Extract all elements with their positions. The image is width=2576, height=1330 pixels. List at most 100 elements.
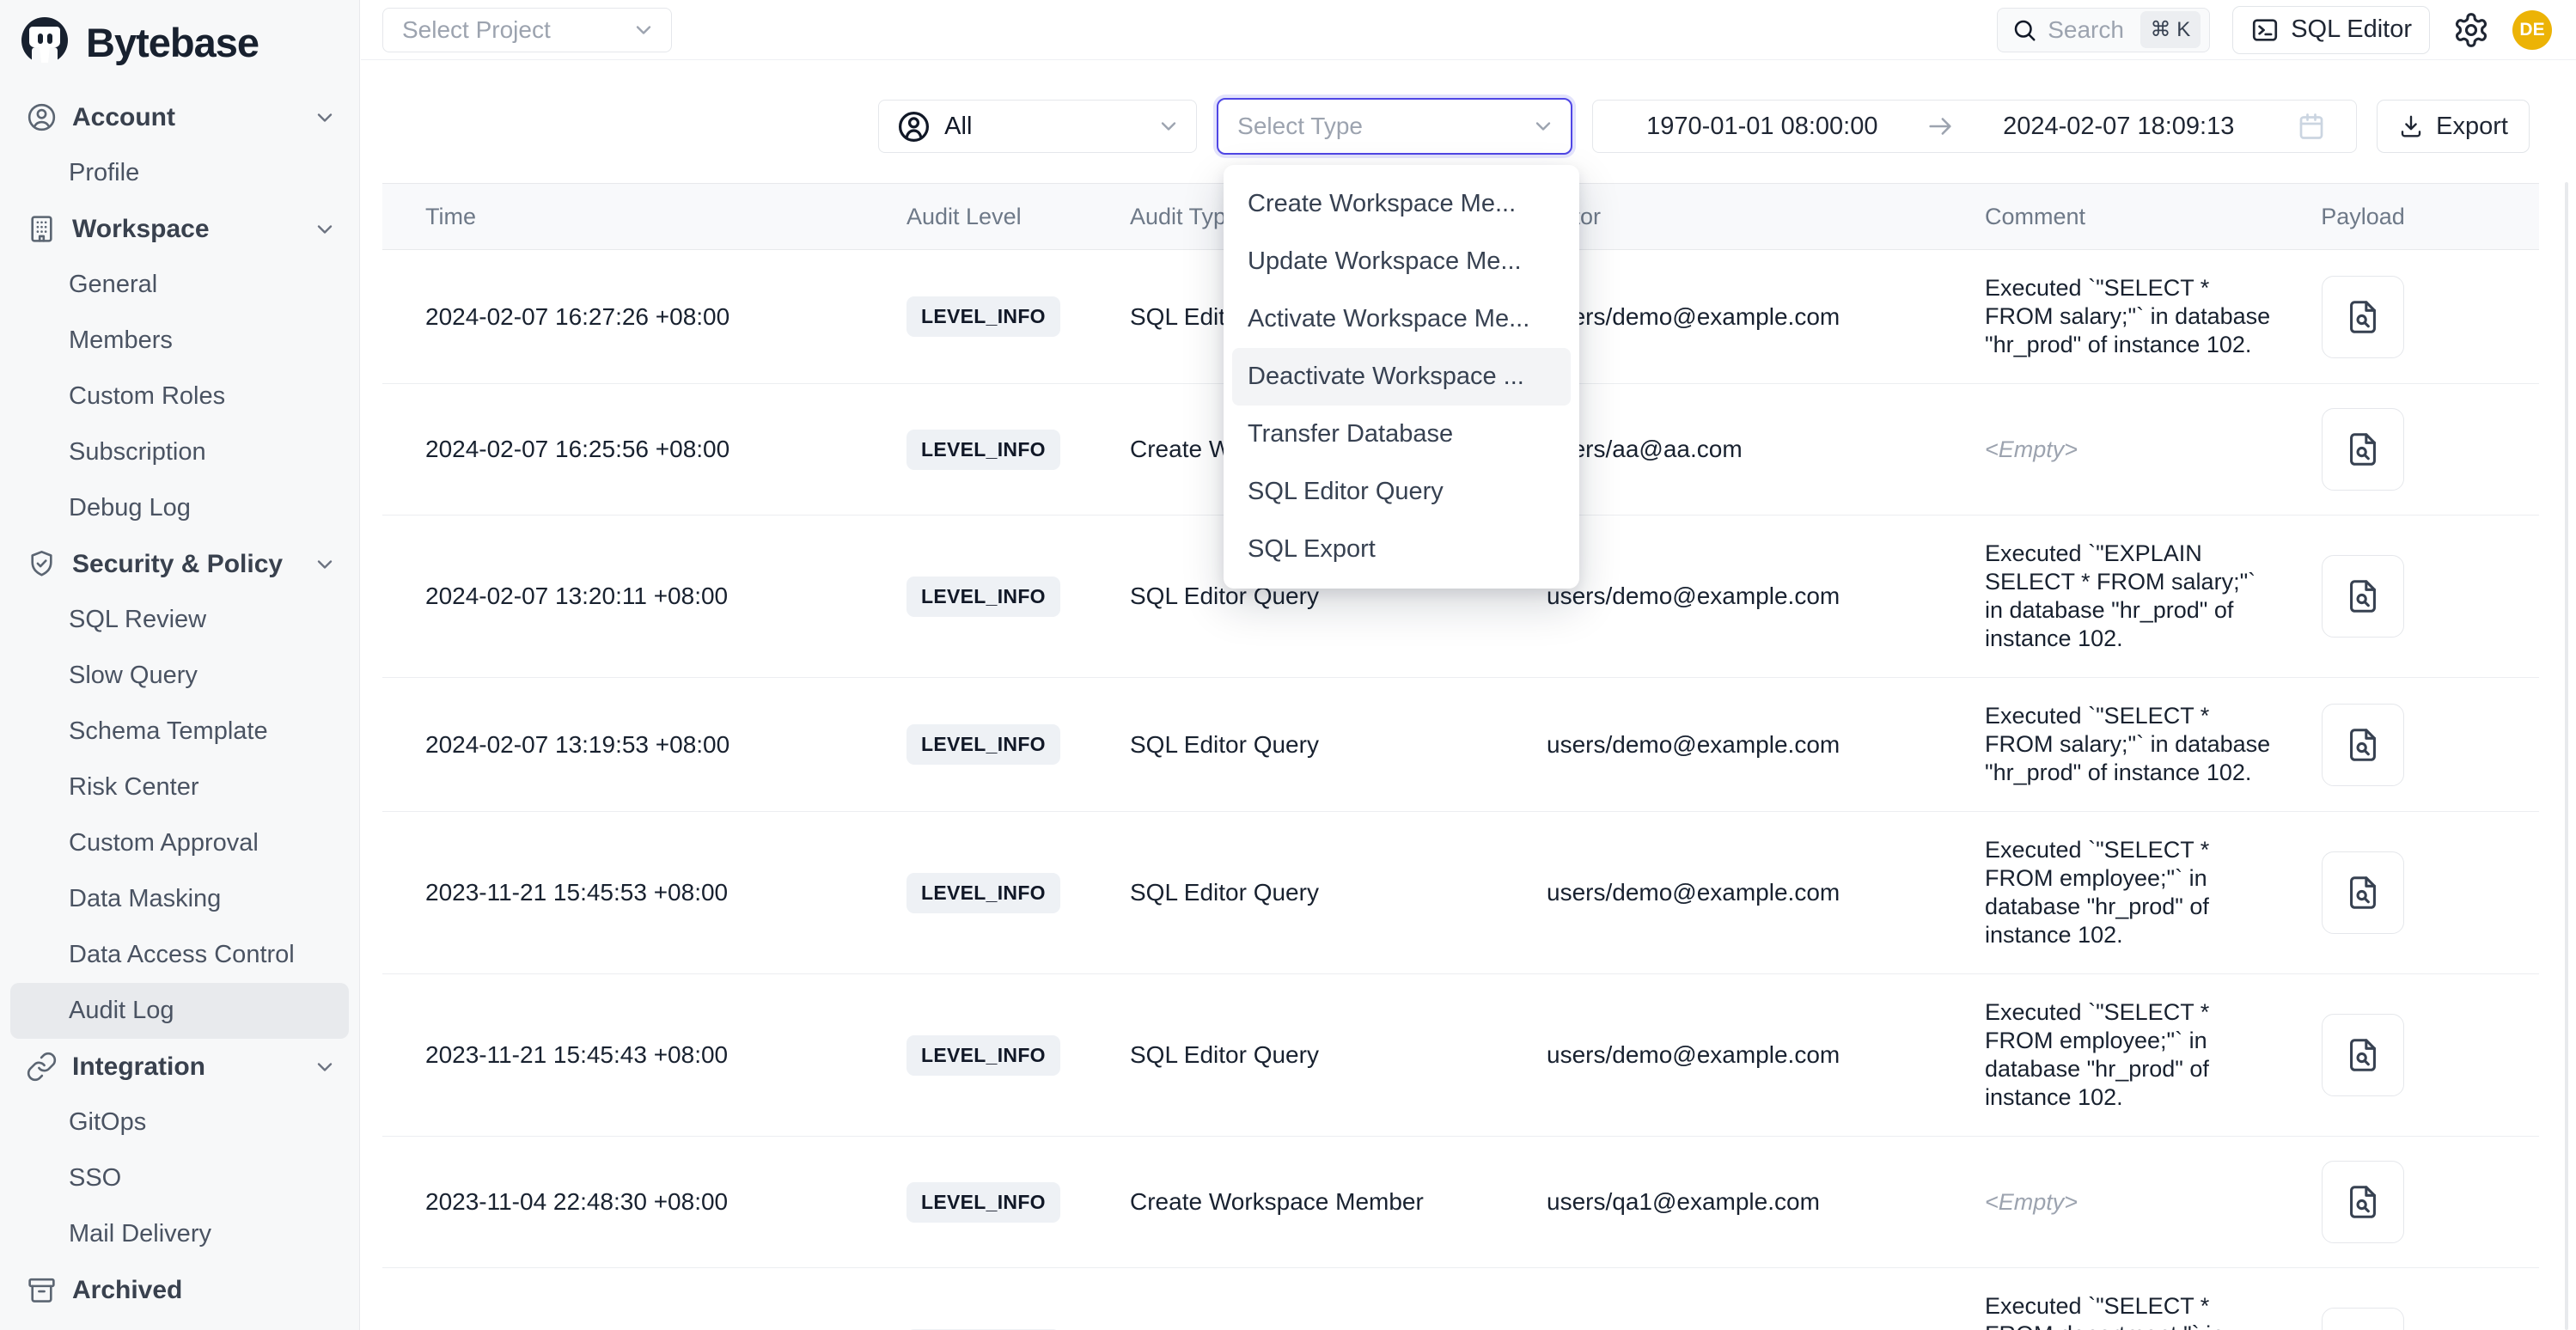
level-badge: LEVEL_INFO [906, 724, 1060, 765]
sidebar-section-workspace[interactable]: Workspace [10, 201, 349, 257]
cell-audit-level: LEVEL_INFO [906, 724, 1130, 765]
cell-audit-level: LEVEL_INFO [906, 577, 1130, 617]
sidebar: Bytebase Account Profile Workspace Gener… [0, 0, 360, 1330]
sidebar-item-gitops[interactable]: GitOps [10, 1095, 349, 1150]
sidebar-item-sql-review[interactable]: SQL Review [10, 592, 349, 648]
chevron-down-icon [632, 18, 656, 42]
sidebar-item-risk-center[interactable]: Risk Center [10, 760, 349, 815]
table-row: 2023-11-21 15:45:53 +08:00 LEVEL_INFO SQ… [382, 812, 2539, 974]
table-row: 2023-11-04 21:26:34 +08:00 LEVEL_INFO SQ… [382, 1268, 2539, 1330]
type-menu-item[interactable]: Create Workspace Me... [1232, 175, 1571, 233]
sidebar-item-slow-query[interactable]: Slow Query [10, 648, 349, 704]
filter-bar: All Select Type 1970-01-01 08:00:00 2024… [361, 98, 2530, 155]
scrollbar[interactable] [2565, 182, 2568, 1330]
payload-view-button[interactable] [2322, 408, 2404, 491]
topbar: Select Project Search ⌘ K SQL Editor DE [361, 0, 2576, 60]
cell-audit-level: LEVEL_INFO [906, 296, 1130, 337]
type-menu-item[interactable]: SQL Editor Query [1232, 463, 1571, 521]
type-menu-item[interactable]: Transfer Database [1232, 406, 1571, 463]
file-search-icon [2343, 873, 2383, 912]
cell-actor: users/aa@aa.com [1547, 436, 1985, 463]
sidebar-item-profile[interactable]: Profile [10, 145, 349, 201]
level-badge: LEVEL_INFO [906, 873, 1060, 913]
payload-view-button[interactable] [2322, 1308, 2404, 1330]
cell-comment: Executed `"SELECT * FROM employee;"` in … [1985, 998, 2294, 1112]
payload-view-button[interactable] [2322, 851, 2404, 934]
cell-audit-level: LEVEL_INFO [906, 430, 1130, 470]
avatar[interactable]: DE [2512, 10, 2552, 50]
export-button[interactable]: Export [2377, 100, 2530, 153]
sidebar-section-archived[interactable]: Archived [10, 1262, 349, 1318]
sidebar-item-debug-log[interactable]: Debug Log [10, 480, 349, 536]
table-row: 2023-11-04 22:48:30 +08:00 LEVEL_INFO Cr… [382, 1137, 2539, 1268]
cell-comment: <Empty> [1985, 1188, 2294, 1217]
date-range-picker[interactable]: 1970-01-01 08:00:00 2024-02-07 18:09:13 [1592, 100, 2357, 153]
sidebar-section-account[interactable]: Account [10, 89, 349, 145]
cell-audit-type: SQL Editor Query [1130, 1041, 1547, 1069]
cell-comment: <Empty> [1985, 436, 2294, 464]
sidebar-item-custom-roles[interactable]: Custom Roles [10, 369, 349, 424]
cell-time: 2024-02-07 16:25:56 +08:00 [382, 436, 906, 463]
search-icon [2011, 17, 2037, 43]
column-header-comment: Comment [1985, 204, 2294, 230]
cell-actor: users/demo@example.com [1547, 1041, 1985, 1069]
sql-editor-button[interactable]: SQL Editor [2232, 6, 2430, 54]
cell-actor: users/qa1@example.com [1547, 1188, 1985, 1216]
sidebar-item-sso[interactable]: SSO [10, 1150, 349, 1206]
bytebase-logo-icon [17, 15, 72, 70]
payload-view-button[interactable] [2322, 1161, 2404, 1243]
sidebar-item-custom-approval[interactable]: Custom Approval [10, 815, 349, 871]
project-select-placeholder: Select Project [402, 16, 551, 44]
cell-audit-level: LEVEL_INFO [906, 1035, 1130, 1076]
date-to-value: 2024-02-07 18:09:13 [2003, 113, 2234, 141]
cell-comment: Executed `"SELECT * FROM employee;"` in … [1985, 836, 2294, 949]
payload-view-button[interactable] [2322, 276, 2404, 358]
type-filter-dropdown: Create Workspace Me... Update Workspace … [1224, 165, 1579, 589]
cell-actor: users/demo@example.com [1547, 879, 1985, 906]
type-filter-select[interactable]: Select Type [1217, 98, 1572, 155]
column-header-actor: Actor [1547, 204, 1985, 230]
cell-time: 2023-11-04 22:48:30 +08:00 [382, 1188, 906, 1216]
cell-comment: Executed `"SELECT * FROM salary;"` in da… [1985, 702, 2294, 787]
brand-logo[interactable]: Bytebase [0, 0, 359, 82]
table-row: 2023-11-21 15:45:43 +08:00 LEVEL_INFO SQ… [382, 974, 2539, 1137]
search-input[interactable]: Search ⌘ K [1997, 8, 2210, 52]
chevron-down-icon [313, 106, 337, 130]
cell-time: 2024-02-07 16:27:26 +08:00 [382, 303, 906, 331]
arrow-right-icon [1926, 112, 1955, 141]
payload-view-button[interactable] [2322, 704, 2404, 786]
type-menu-item[interactable]: Activate Workspace Me... [1232, 290, 1571, 348]
user-avatar-icon [896, 109, 931, 144]
chevron-down-icon [1531, 114, 1555, 138]
payload-view-button[interactable] [2322, 555, 2404, 638]
cell-audit-type: SQL Editor Query [1130, 731, 1547, 759]
cell-actor: users/demo@example.com [1547, 583, 1985, 610]
sidebar-item-schema-template[interactable]: Schema Template [10, 704, 349, 760]
type-filter-placeholder: Select Type [1237, 113, 1363, 140]
type-menu-item[interactable]: Update Workspace Me... [1232, 233, 1571, 290]
sidebar-item-mail-delivery[interactable]: Mail Delivery [10, 1206, 349, 1262]
cell-comment: Executed `"EXPLAIN SELECT * FROM salary;… [1985, 540, 2294, 653]
level-badge: LEVEL_INFO [906, 1035, 1060, 1076]
chevron-down-icon [1157, 114, 1181, 138]
type-menu-item[interactable]: SQL Export [1232, 521, 1571, 578]
file-search-icon [2343, 1182, 2383, 1222]
sidebar-item-subscription[interactable]: Subscription [10, 424, 349, 480]
sidebar-item-general[interactable]: General [10, 257, 349, 313]
cell-actor: users/demo@example.com [1547, 731, 1985, 759]
sidebar-section-integration[interactable]: Integration [10, 1039, 349, 1095]
cell-time: 2023-11-21 15:45:53 +08:00 [382, 879, 906, 906]
sidebar-item-data-masking[interactable]: Data Masking [10, 871, 349, 927]
sql-editor-label: SQL Editor [2291, 15, 2412, 44]
sidebar-section-security-policy[interactable]: Security & Policy [10, 536, 349, 592]
sidebar-item-members[interactable]: Members [10, 313, 349, 369]
payload-view-button[interactable] [2322, 1014, 2404, 1096]
chevron-down-icon [313, 1055, 337, 1079]
actor-filter-select[interactable]: All [878, 100, 1197, 153]
settings-gear-icon[interactable] [2452, 11, 2490, 49]
sidebar-item-audit-log[interactable]: Audit Log [10, 983, 349, 1039]
sidebar-item-data-access-control[interactable]: Data Access Control [10, 927, 349, 983]
level-badge: LEVEL_INFO [906, 577, 1060, 617]
type-menu-item[interactable]: Deactivate Workspace ... [1232, 348, 1571, 406]
project-select[interactable]: Select Project [382, 8, 672, 52]
